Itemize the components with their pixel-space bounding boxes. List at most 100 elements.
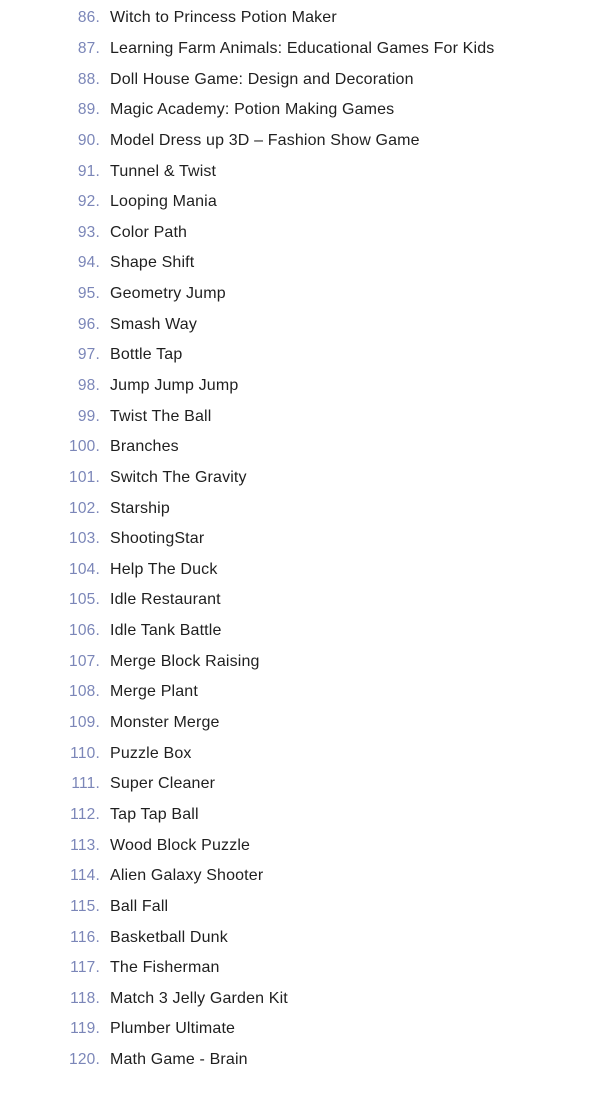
list-item: 92. Looping Mania [0,187,600,218]
item-number: 110. [70,744,100,762]
item-title: Jump Jump Jump [110,377,239,394]
item-title: Super Cleaner [110,775,216,793]
list-item: 105. Idle Restaurant [0,585,600,616]
item-number: 101. [69,468,100,486]
list-item: 99. Twist The Ball [0,401,600,432]
item-number: 117. [70,959,100,977]
list-item: 101. Switch The Gravity [0,463,600,494]
item-number: 97. [77,346,100,364]
item-number: 105. [69,591,100,609]
item-title: Plumber Ultimate [110,1020,236,1038]
item-number: 116. [70,928,100,946]
item-title: Bottle Tap [110,346,183,364]
list-item: 96. Smash Way [0,309,600,340]
item-title: Merge Plant [110,683,198,701]
item-number: 96. [77,315,100,333]
item-number: 106. [69,622,100,640]
item-number: 92. [77,193,100,211]
game-list: 86. Witch to Princess Potion Maker 87. L… [0,3,600,1075]
list-item: 100. Branches [0,432,600,463]
list-item: 108. Merge Plant [0,677,600,708]
item-title: Basketball Dunk [110,928,228,946]
list-item: 119. Plumber Ultimate [0,1014,600,1045]
item-number: 93. [77,223,100,241]
item-number: 98. [77,377,100,394]
list-item: 107. Merge Block Raising [0,646,600,677]
item-number: 112. [70,805,100,823]
item-title: Branches [110,438,179,456]
item-title: Ball Fall [110,897,169,915]
list-item: 112. Tap Tap Ball [0,800,600,831]
item-number: 109. [69,714,100,732]
list-item: 113. Wood Block Puzzle [0,830,600,861]
item-title: Twist The Ball [110,407,212,425]
list-item: 110. Puzzle Box [0,738,600,769]
item-number: 107. [69,652,100,670]
item-title: Color Path [110,223,188,241]
item-number: 114. [70,867,100,885]
item-title: Shape Shift [110,254,195,272]
list-item: 88. Doll House Game: Design and Decorati… [0,64,600,95]
item-number: 108. [69,683,100,701]
item-number: 100. [69,438,100,456]
list-item: 93. Color Path [0,217,600,248]
item-title: ShootingStar [110,530,205,548]
item-title: Wood Block Puzzle [110,836,251,854]
item-title: Idle Tank Battle [110,622,222,640]
item-title: Learning Farm Animals: Educational Games… [110,39,495,57]
item-title: Switch The Gravity [110,468,247,486]
item-title: Starship [110,499,170,517]
item-title: Match 3 Jelly Garden Kit [110,989,288,1007]
list-item: 95. Geometry Jump [0,279,600,310]
item-number: 89. [77,101,100,119]
list-item: 94. Shape Shift [0,248,600,279]
item-number: 94. [77,254,100,272]
list-item: 116. Basketball Dunk [0,922,600,953]
item-title: Smash Way [110,315,197,333]
item-number: 102. [69,499,100,517]
list-item: 102. Starship [0,493,600,524]
item-title: Help The Duck [110,560,218,578]
item-number: 99. [77,407,100,425]
item-title: Magic Academy: Potion Making Games [110,101,395,119]
list-item: 120. Math Game - Brain [0,1045,600,1076]
item-number: 111. [71,775,100,793]
item-number: 95. [77,285,100,303]
list-item: 91. Tunnel & Twist [0,156,600,187]
item-title: Tunnel & Twist [110,162,217,180]
item-title: Math Game - Brain [110,1051,248,1069]
list-item: 106. Idle Tank Battle [0,616,600,647]
item-title: Looping Mania [110,193,217,211]
list-item: 97. Bottle Tap [0,340,600,371]
item-number: 103. [69,530,100,548]
list-item: 86. Witch to Princess Potion Maker [0,3,600,34]
item-number: 91. [77,162,100,180]
item-title: Puzzle Box [110,744,192,762]
item-number: 88. [77,70,100,88]
item-number: 120. [69,1051,100,1069]
item-title: Merge Block Raising [110,652,260,670]
item-number: 115. [70,897,100,915]
item-number: 119. [70,1020,100,1038]
item-title: Model Dress up 3D – Fashion Show Game [110,131,420,149]
list-item: 109. Monster Merge [0,708,600,739]
list-item: 114. Alien Galaxy Shooter [0,861,600,892]
item-title: Geometry Jump [110,285,226,303]
list-item: 118. Match 3 Jelly Garden Kit [0,984,600,1015]
list-item: 111. Super Cleaner [0,769,600,800]
item-number: 118. [70,989,100,1007]
list-item: 89. Magic Academy: Potion Making Games [0,95,600,126]
item-number: 90. [77,131,100,149]
list-item: 98. Jump Jump Jump [0,371,600,402]
item-number: 86. [77,9,100,27]
item-title: Witch to Princess Potion Maker [110,9,337,27]
list-item: 90. Model Dress up 3D – Fashion Show Gam… [0,126,600,157]
item-title: Tap Tap Ball [110,805,199,823]
item-title: The Fisherman [110,959,220,977]
list-item: 104. Help The Duck [0,555,600,586]
list-item: 117. The Fisherman [0,953,600,984]
item-title: Monster Merge [110,714,220,732]
item-number: 113. [70,836,100,854]
item-title: Alien Galaxy Shooter [110,867,264,885]
item-number: 87. [77,39,100,57]
